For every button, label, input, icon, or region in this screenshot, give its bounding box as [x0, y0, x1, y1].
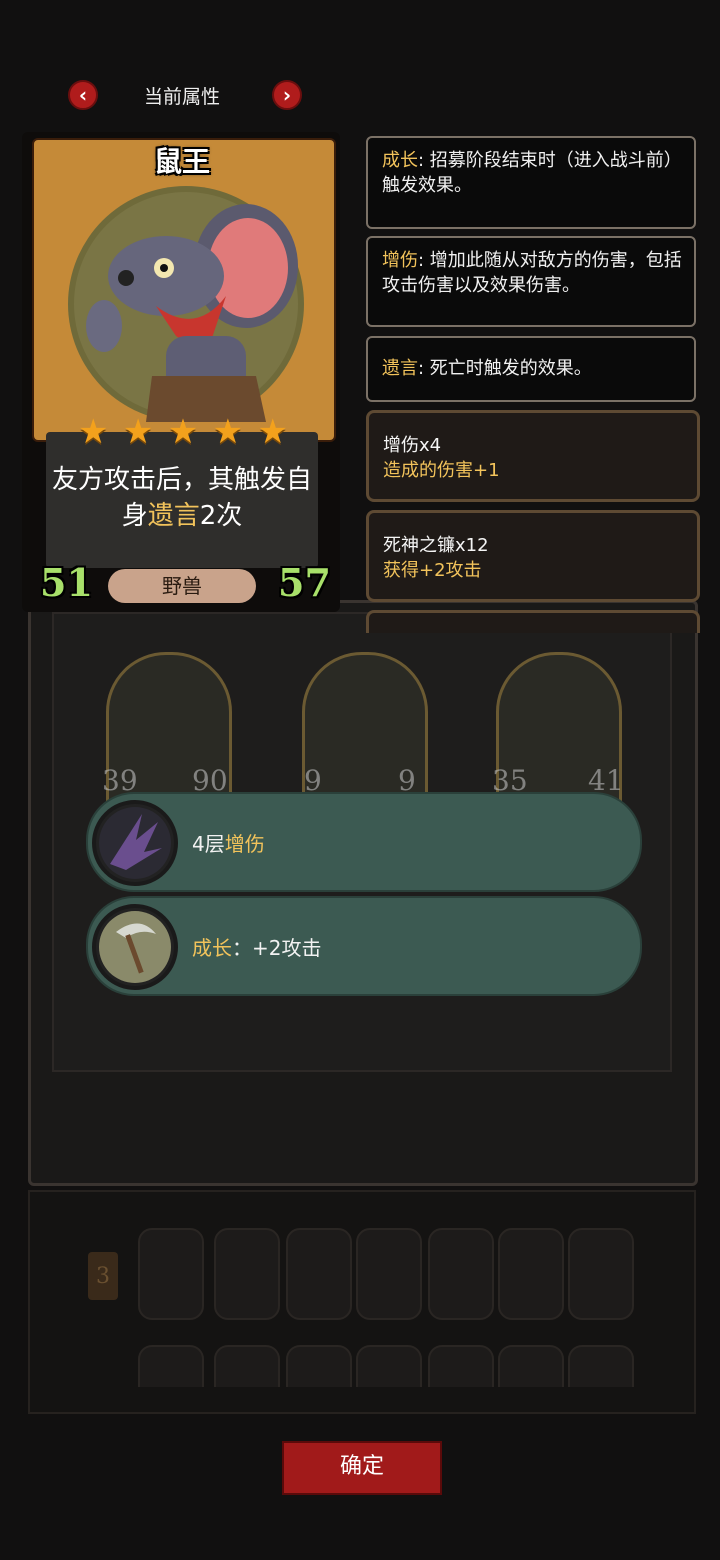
- scythe-icon: [92, 904, 178, 990]
- effect-text: 成长：+2攻击: [192, 932, 321, 961]
- shop-slot: [568, 1228, 634, 1320]
- star-icon: ★: [212, 412, 244, 452]
- keyword-text: : 死亡时触发的效果。: [418, 358, 592, 379]
- chevron-left-icon: ‹: [78, 83, 88, 107]
- desc-keyword: 遗言: [147, 501, 200, 531]
- keyword-tooltip: 遗言: 死亡时触发的效果。: [366, 336, 696, 402]
- shop-slot: [568, 1345, 634, 1387]
- prev-arrow-button[interactable]: ‹: [68, 80, 98, 110]
- star-icon: ★: [167, 412, 199, 452]
- confirm-button[interactable]: 确定: [282, 1441, 442, 1495]
- claw-icon: [92, 800, 178, 886]
- keyword-text: : 增加此随从对敌方的伤害，包括攻击伤害以及效果伤害。: [382, 250, 682, 296]
- keyword-name: 遗言: [382, 358, 418, 379]
- shop-slot: [138, 1228, 204, 1320]
- buff-entry: 死神之镰x12 获得+2攻击: [366, 510, 700, 602]
- card-name: 鼠王: [153, 145, 210, 178]
- star-rating: ★ ★ ★ ★ ★: [78, 412, 288, 452]
- attack-value: 51: [40, 560, 93, 605]
- page-title: 当前属性: [143, 86, 220, 108]
- effect-keyword: 成长: [192, 936, 232, 960]
- keyword-name: 成长: [382, 150, 418, 171]
- keyword-text: : 招募阶段结束时（进入战斗前）触发效果。: [382, 150, 682, 196]
- keyword-name: 增伤: [382, 250, 418, 271]
- shop-slot: [138, 1345, 204, 1387]
- buff-title: 增伤x4: [383, 435, 442, 456]
- buff-entry-partial: [366, 610, 700, 633]
- effect-text: 4层增伤: [192, 828, 265, 857]
- effect-prefix: 4层: [192, 832, 225, 856]
- star-icon: ★: [257, 412, 288, 452]
- effect-suffix: ：+2攻击: [232, 936, 322, 960]
- desc-text: 2次: [199, 501, 243, 531]
- buff-title: 死神之镰x12: [383, 535, 489, 556]
- card-description: 友方攻击后，其触发自身遗言2次: [50, 462, 314, 534]
- shop-slot: [214, 1228, 280, 1320]
- chevron-right-icon: ›: [282, 83, 292, 107]
- shop-slot: [428, 1345, 494, 1387]
- buff-subtitle: 获得+2攻击: [383, 560, 482, 581]
- shop-slot: [356, 1228, 422, 1320]
- star-icon: ★: [122, 412, 154, 452]
- shop-slot: [428, 1228, 494, 1320]
- shop-slot: [214, 1345, 280, 1387]
- buff-entry: 增伤x4 造成的伤害+1: [366, 410, 700, 502]
- shop-slot: [356, 1345, 422, 1387]
- star-icon: ★: [78, 412, 109, 452]
- tavern-tier-badge: 3: [88, 1252, 118, 1300]
- shop-slot: [498, 1345, 564, 1387]
- shop-slot: [286, 1345, 352, 1387]
- rat-king-portrait: [56, 186, 316, 426]
- health-value: 57: [278, 560, 331, 605]
- effect-keyword: 增伤: [224, 832, 265, 856]
- next-arrow-button[interactable]: ›: [272, 80, 302, 110]
- buff-subtitle: 造成的伤害+1: [383, 460, 500, 481]
- keyword-tooltip: 增伤: 增加此随从对敌方的伤害，包括攻击伤害以及效果伤害。: [366, 236, 696, 327]
- shop-slot: [286, 1228, 352, 1320]
- tribe-label: 野兽: [108, 569, 256, 603]
- shop-slot: [498, 1228, 564, 1320]
- keyword-tooltip: 成长: 招募阶段结束时（进入战斗前）触发效果。: [366, 136, 696, 229]
